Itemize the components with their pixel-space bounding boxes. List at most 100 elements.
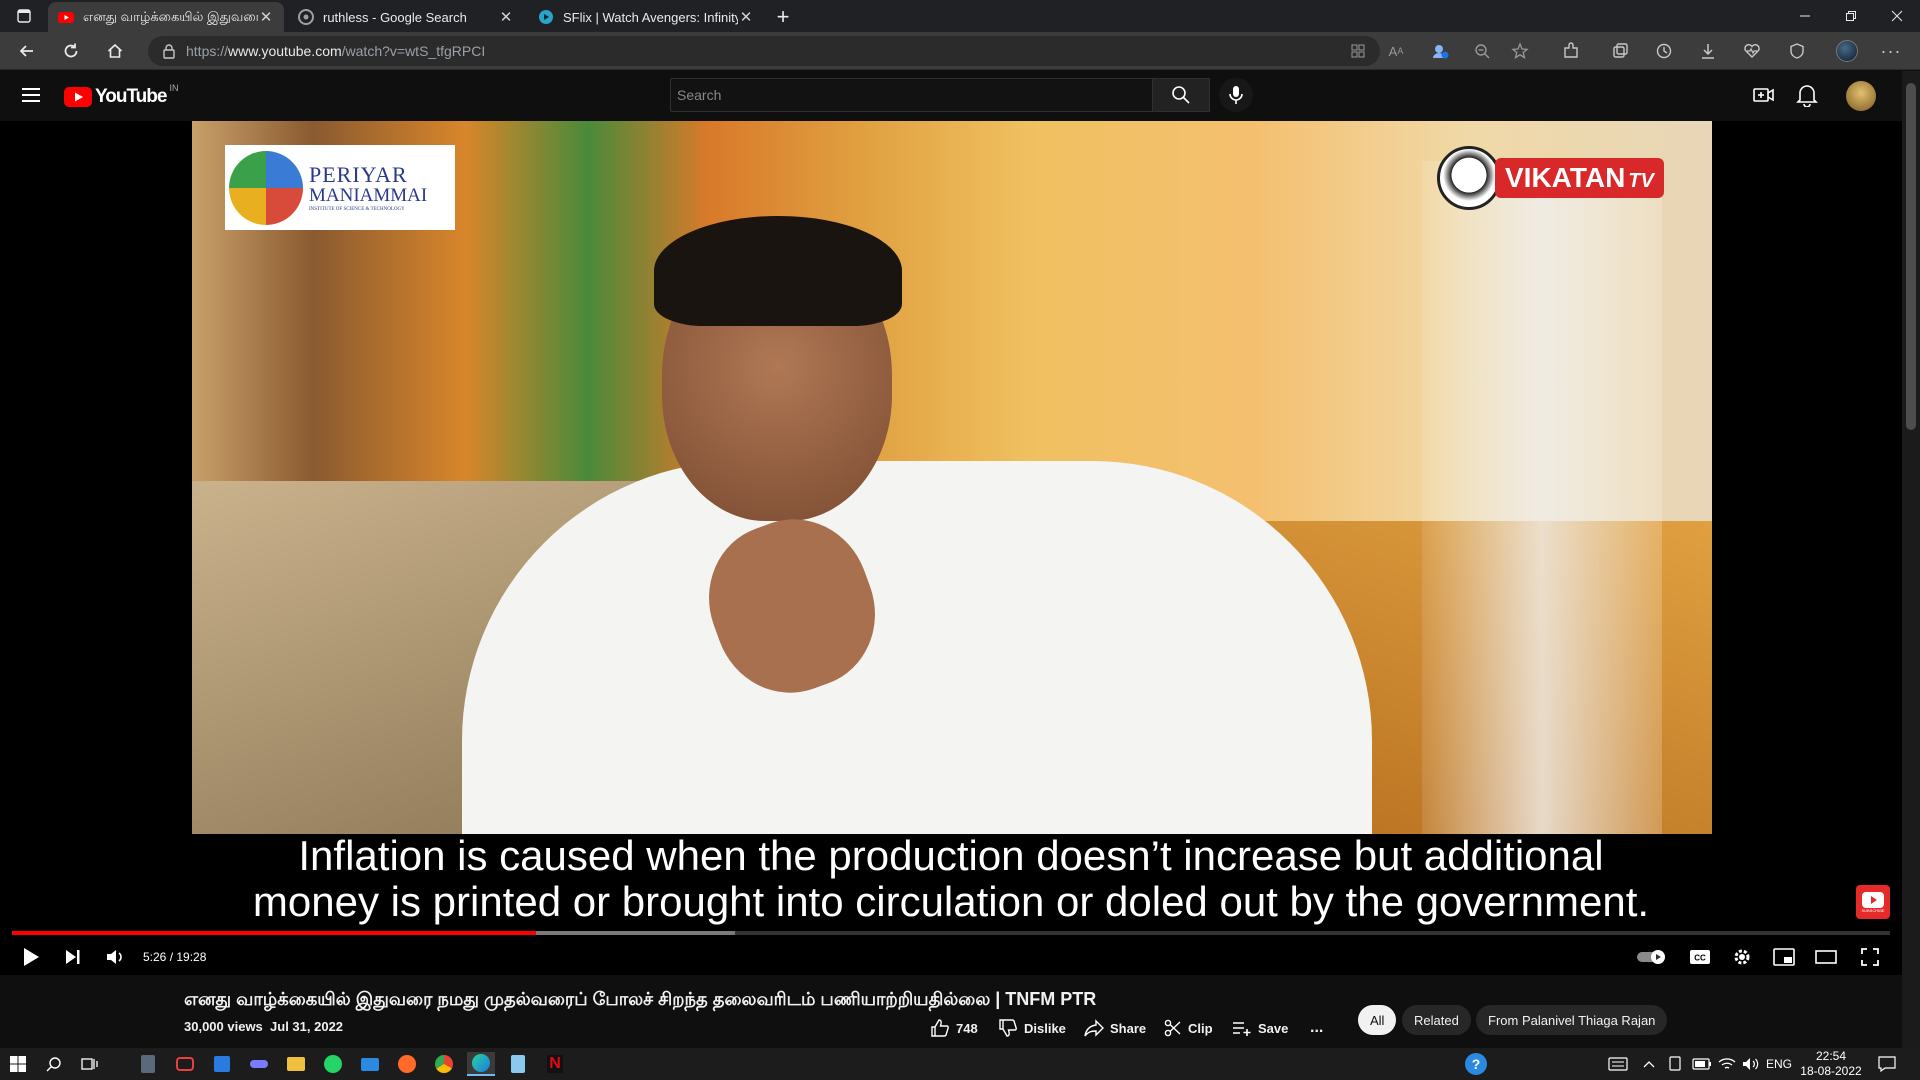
calculator-icon[interactable]: [134, 1052, 162, 1076]
close-tab-icon[interactable]: ✕: [498, 8, 514, 26]
chip-related[interactable]: Related: [1402, 1005, 1471, 1035]
chip-all[interactable]: All: [1358, 1005, 1397, 1035]
autoplay-toggle[interactable]: [1634, 939, 1670, 975]
app-available-icon[interactable]: [1343, 36, 1373, 66]
brave-browser-icon[interactable]: [393, 1052, 421, 1076]
tray-notifications-icon[interactable]: [1878, 1048, 1896, 1080]
account-avatar[interactable]: [1846, 81, 1876, 111]
whatsapp-icon[interactable]: [319, 1052, 347, 1076]
performance-heart-icon[interactable]: [1737, 36, 1767, 66]
like-button[interactable]: 748: [930, 1013, 978, 1043]
captions-button[interactable]: CC: [1684, 939, 1716, 975]
new-tab-icon[interactable]: +: [770, 4, 796, 30]
subscribe-watermark[interactable]: SUBSCRIBE: [1856, 885, 1890, 919]
edge-browser-icon[interactable]: [467, 1052, 495, 1076]
video-frame[interactable]: PERIYAR MANIAMMAI INSTITUTE OF SCIENCE &…: [192, 121, 1712, 834]
address-bar[interactable]: https://www.youtube.com/watch?v=wtS_tfgR…: [148, 36, 1380, 66]
chrome-icon[interactable]: [430, 1052, 458, 1076]
tray-keyboard-icon[interactable]: [1608, 1048, 1628, 1080]
dislike-button[interactable]: Dislike: [998, 1013, 1066, 1043]
calendar-icon[interactable]: [208, 1052, 236, 1076]
more-actions-button[interactable]: ...: [1310, 1013, 1323, 1043]
caption-line-2: money is printed or brought into circula…: [252, 878, 1650, 925]
share-button[interactable]: Share: [1084, 1013, 1146, 1043]
zoom-out-icon[interactable]: [1467, 36, 1497, 66]
page-scrollbar[interactable]: [1902, 71, 1920, 1048]
played-bar: [12, 931, 536, 935]
read-aloud-icon[interactable]: AA: [1381, 36, 1411, 66]
fullscreen-button[interactable]: [1854, 939, 1886, 975]
extensions-icon[interactable]: [1556, 36, 1586, 66]
back-arrow-icon[interactable]: [12, 36, 42, 66]
tab-sflix[interactable]: SFlix | Watch Avengers: Infinity W ✕: [528, 2, 764, 32]
mail-icon[interactable]: [356, 1052, 384, 1076]
refresh-icon[interactable]: [56, 36, 86, 66]
history-icon[interactable]: [1649, 36, 1679, 66]
hamburger-menu-icon[interactable]: [20, 84, 46, 108]
tab-title: SFlix | Watch Avengers: Infinity W: [563, 9, 738, 25]
tab-actions-icon[interactable]: [10, 6, 38, 26]
app-pill-icon[interactable]: [245, 1052, 273, 1076]
settings-more-icon[interactable]: ···: [1876, 36, 1906, 66]
windows-start-icon[interactable]: [4, 1052, 32, 1076]
extension-badge-icon[interactable]: [1425, 36, 1455, 66]
lock-icon[interactable]: [162, 43, 176, 59]
scrollbar-thumb[interactable]: [1906, 83, 1916, 430]
close-window-icon[interactable]: [1874, 0, 1920, 32]
settings-button[interactable]: [1726, 939, 1758, 975]
volume-button[interactable]: [100, 939, 130, 975]
youtube-logo[interactable]: YouTube IN: [64, 83, 178, 109]
tray-volume-icon[interactable]: [1742, 1048, 1760, 1080]
task-view-icon[interactable]: [76, 1052, 104, 1076]
tray-chevron-up-icon[interactable]: [1643, 1048, 1655, 1080]
next-button[interactable]: [58, 939, 88, 975]
theater-mode-button[interactable]: [1810, 939, 1842, 975]
collections-icon[interactable]: [1605, 36, 1635, 66]
google-icon: [298, 9, 314, 25]
create-video-icon[interactable]: [1752, 83, 1780, 109]
save-button[interactable]: Save: [1232, 1013, 1288, 1043]
search-icon[interactable]: [40, 1052, 68, 1076]
video-info: எனது வாழ்க்கையில் இதுவரை நமது முதல்வரைப்…: [0, 975, 1902, 1048]
file-explorer-icon[interactable]: [282, 1052, 310, 1076]
logo-line3: INSTITUTE OF SCIENCE & TECHNOLOGY: [309, 206, 405, 212]
time-display: 5:26 / 19:28: [143, 950, 207, 964]
help-icon[interactable]: ?: [1462, 1052, 1490, 1076]
vikatan-text: VIKATAN: [1505, 162, 1626, 193]
browser-essentials-icon[interactable]: [1782, 36, 1812, 66]
chip-from-channel[interactable]: From Palanivel Thiaga Rajan: [1476, 1005, 1668, 1035]
tray-wifi-icon[interactable]: [1718, 1048, 1736, 1080]
tab-title: எனது வாழ்க்கையில் இதுவரை: [83, 8, 258, 24]
screen-recorder-icon[interactable]: [171, 1052, 199, 1076]
tray-device-icon[interactable]: [1668, 1048, 1682, 1080]
logo-line1: PERIYAR: [309, 161, 408, 187]
notepad-icon[interactable]: [504, 1052, 532, 1076]
home-icon[interactable]: [100, 36, 130, 66]
tray-language[interactable]: ENG: [1766, 1048, 1792, 1080]
close-tab-icon[interactable]: ✕: [258, 8, 274, 26]
minimize-icon[interactable]: [1782, 0, 1828, 32]
close-tab-icon[interactable]: ✕: [738, 8, 754, 26]
voice-search-button[interactable]: [1219, 78, 1253, 112]
progress-bar[interactable]: [12, 931, 1890, 935]
tray-clock[interactable]: 22:54 18-08-2022: [1800, 1048, 1862, 1080]
search-input[interactable]: Search: [670, 78, 1153, 112]
play-button[interactable]: [16, 939, 46, 975]
subscribe-label: SUBSCRIBE: [1861, 907, 1885, 913]
volume-icon: [107, 950, 122, 964]
periyar-maniammai-logo: PERIYAR MANIAMMAI INSTITUTE OF SCIENCE &…: [225, 145, 455, 230]
browser-tab-strip: எனது வாழ்க்கையில் இதுவரை ✕ ruthless - Go…: [0, 0, 1920, 32]
restore-icon[interactable]: [1828, 0, 1874, 32]
video-player[interactable]: PERIYAR MANIAMMAI INSTITUTE OF SCIENCE &…: [0, 121, 1902, 975]
favorite-star-icon[interactable]: [1505, 36, 1535, 66]
miniplayer-button[interactable]: [1768, 939, 1800, 975]
tab-google-search[interactable]: ruthless - Google Search ✕: [288, 2, 524, 32]
clip-button[interactable]: Clip: [1164, 1013, 1213, 1043]
search-button[interactable]: [1152, 78, 1210, 112]
tray-battery-icon[interactable]: [1692, 1048, 1712, 1080]
downloads-icon[interactable]: [1693, 36, 1723, 66]
tab-youtube[interactable]: எனது வாழ்க்கையில் இதுவரை ✕: [48, 2, 284, 32]
profile-avatar[interactable]: [1832, 36, 1862, 66]
notifications-bell-icon[interactable]: [1796, 83, 1822, 109]
netflix-icon[interactable]: N: [541, 1052, 569, 1076]
